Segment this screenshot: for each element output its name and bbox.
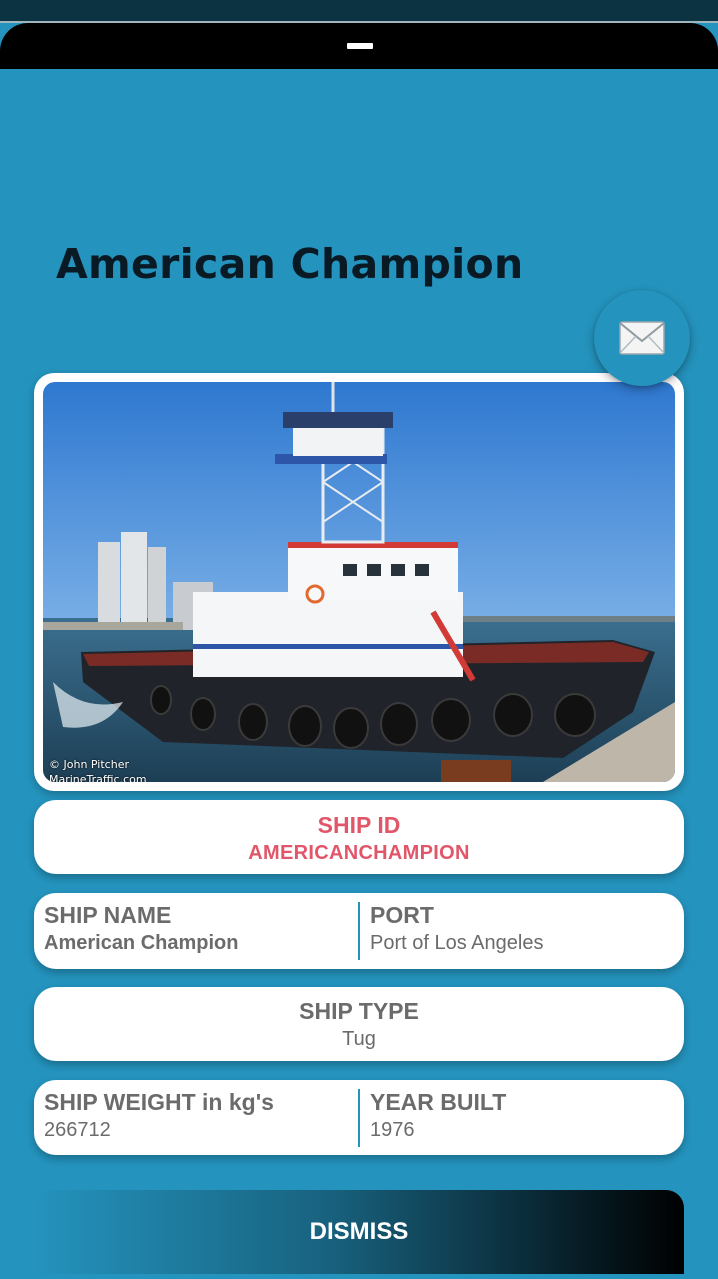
- envelope-icon: [619, 321, 665, 355]
- ship-id-label: SHIP ID: [317, 812, 401, 838]
- ship-weight-label: SHIP WEIGHT in kg's: [44, 1089, 274, 1115]
- ship-photo-card: © John Pitcher MarineTraffic.com: [34, 373, 684, 791]
- weight-year-card: SHIP WEIGHT in kg's 266712 YEAR BUILT 19…: [34, 1080, 684, 1155]
- ship-id-value: AMERICANCHAMPION: [248, 842, 470, 864]
- ship-photo: © John Pitcher MarineTraffic.com: [43, 382, 675, 782]
- ship-name-field: SHIP NAME American Champion: [44, 902, 238, 955]
- ship-id-card: SHIP ID AMERICANCHAMPION: [34, 800, 684, 874]
- ship-type-value: Tug: [342, 1028, 376, 1050]
- ship-name-value: American Champion: [44, 932, 239, 954]
- dismiss-label: DISMISS: [309, 1218, 409, 1245]
- ship-name-label: SHIP NAME: [44, 902, 172, 928]
- field-divider: [358, 902, 360, 960]
- ship-weight-value: 266712: [44, 1119, 111, 1141]
- dismiss-button[interactable]: DISMISS: [34, 1190, 684, 1274]
- photo-credit-site: MarineTraffic.com: [49, 773, 147, 782]
- drag-handle[interactable]: [347, 43, 373, 49]
- ship-title: American Champion: [56, 240, 524, 288]
- ship-type-label: SHIP TYPE: [299, 998, 419, 1024]
- year-built-value: 1976: [370, 1119, 415, 1141]
- ship-type-card: SHIP TYPE Tug: [34, 987, 684, 1061]
- port-label: PORT: [370, 902, 434, 928]
- port-field: PORT Port of Los Angeles: [370, 902, 543, 955]
- year-built-label: YEAR BUILT: [370, 1089, 507, 1115]
- ship-weight-field: SHIP WEIGHT in kg's 266712: [44, 1089, 274, 1142]
- port-value: Port of Los Angeles: [370, 932, 544, 954]
- status-bar: [0, 0, 718, 22]
- mail-button[interactable]: [594, 290, 690, 386]
- bottom-sheet-header[interactable]: [0, 23, 718, 69]
- field-divider: [358, 1089, 360, 1147]
- year-built-field: YEAR BUILT 1976: [370, 1089, 506, 1142]
- name-port-card: SHIP NAME American Champion PORT Port of…: [34, 893, 684, 969]
- photo-credit: © John Pitcher: [49, 758, 129, 771]
